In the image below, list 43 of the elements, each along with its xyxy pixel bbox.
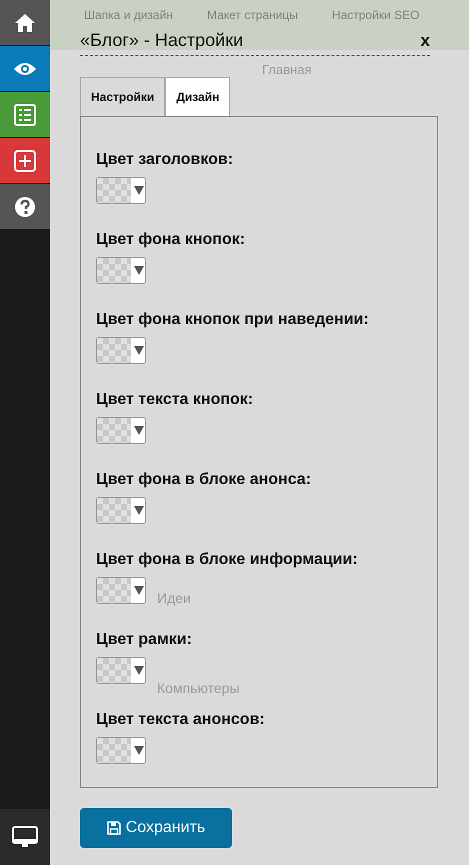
help-icon [14,196,36,218]
dropdown-icon [134,266,144,275]
sidebar-item[interactable] [0,184,50,229]
dialog-title: «Блог» - Настройки [80,30,244,51]
field-label: Цвет фона в блоке информации: [96,551,359,569]
list-icon [14,104,36,126]
color-picker[interactable] [96,337,146,364]
sidebar-item[interactable] [0,809,50,865]
dropdown-icon [134,346,144,355]
color-picker[interactable] [96,417,146,444]
field-label: Цвет фона в блоке анонса: [96,471,312,489]
color-picker[interactable] [96,497,146,524]
dropdown-icon [134,666,144,675]
color-picker[interactable] [96,177,146,204]
field-label: Цвет фона кнопок: [96,231,246,249]
color-picker[interactable] [96,737,146,764]
dropdown-icon [134,186,144,195]
breadcrumb: Главная [262,62,312,77]
dropdown-icon [134,426,144,435]
dropdown-icon [134,746,144,755]
toolbar-item: Шапка и дизайн [84,8,173,22]
color-picker[interactable] [96,257,146,284]
field-label: Цвет текста анонсов: [96,711,266,729]
field-label: Цвет фона кнопок при наведении: [96,311,370,329]
floppy-icon [106,821,121,835]
toolbar-item: Макет страницы [206,8,298,22]
toolbar-item: Настройки SEO [332,8,420,22]
sidebar-item[interactable] [0,0,50,45]
field-label: Цвет рамки: [96,631,193,649]
tab[interactable]: Настройки [80,77,166,116]
plus-icon [14,150,36,172]
close-button[interactable]: x [420,31,430,51]
color-picker[interactable] [96,577,146,604]
tab[interactable]: Дизайн [165,77,230,116]
color-picker[interactable] [96,657,146,684]
eye-icon [13,60,37,76]
dropdown-icon [134,586,144,595]
field-label: Цвет текста кнопок: [96,391,254,409]
dropdown-icon [134,506,144,515]
save-button[interactable]: Сохранить [80,808,232,848]
field-label: Цвет заголовков: [96,151,234,169]
home-icon [14,12,36,32]
monitor-icon [12,826,38,848]
